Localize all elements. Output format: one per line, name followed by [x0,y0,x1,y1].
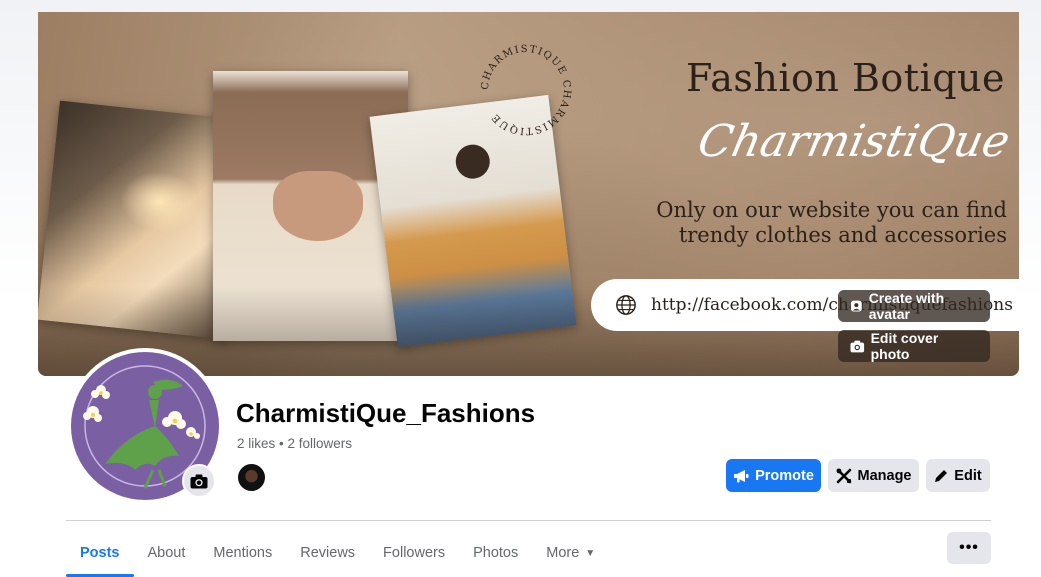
megaphone-icon [734,469,749,482]
change-profile-picture-button[interactable] [182,464,216,498]
facebook-page-header: CHARMISTIQUE CHARMISTIQUE Fashion Botiqu… [0,0,1041,577]
edit-cover-photo-button[interactable]: Edit cover photo [838,330,990,362]
more-options-button[interactable]: ••• [947,532,991,564]
tab-label: Followers [383,545,446,561]
manage-label: Manage [857,467,912,484]
page-tabs: Posts About Mentions Reviews Followers P… [66,531,609,577]
tab-mentions[interactable]: Mentions [199,531,286,575]
cover-tagline: Only on our website you can find trendy … [627,198,1007,248]
follower-avatar[interactable] [237,463,266,492]
caret-down-icon: ▼ [585,547,596,559]
tab-more[interactable]: More ▼ [532,531,609,575]
header-divider [66,520,991,521]
camera-icon [190,474,208,488]
edit-label: Edit [954,467,982,484]
tab-label: About [147,545,186,561]
tab-label: Photos [473,545,519,561]
edit-page-button[interactable]: Edit [926,459,990,492]
cover-photo[interactable]: CHARMISTIQUE CHARMISTIQUE Fashion Botiqu… [38,12,1019,376]
circle-logo-text: CHARMISTIQUE CHARMISTIQUE [480,44,573,136]
cover-tagline-line1: Only on our website you can find [656,198,1007,222]
svg-text:CHARMISTIQUE CHARMISTIQUE: CHARMISTIQUE CHARMISTIQUE [480,44,573,136]
edit-cover-photo-label: Edit cover photo [870,330,939,362]
tab-posts[interactable]: Posts [66,531,134,577]
tab-label: Posts [80,545,120,561]
promote-button[interactable]: Promote [726,459,821,492]
cover-tagline-line2: trendy clothes and accessories [678,223,1007,248]
tab-label: Reviews [300,545,356,561]
page-stats[interactable]: 2 likes • 2 followers [237,436,352,451]
manage-button[interactable]: Manage [828,459,919,492]
tab-followers[interactable]: Followers [369,531,459,575]
tab-label: Mentions [213,545,273,561]
more-dots-icon: ••• [959,539,979,556]
page-title: CharmistiQue_Fashions [236,398,536,428]
cover-script-logo: CharmistiQue [693,116,1015,167]
create-with-avatar-label: Create with avatar [868,290,945,322]
create-with-avatar-button[interactable]: Create with avatar [838,290,990,322]
tools-icon [836,468,851,483]
tab-reviews[interactable]: Reviews [286,531,369,575]
tab-about[interactable]: About [134,531,200,575]
tab-label: More [546,545,580,561]
camera-icon [850,340,865,352]
tab-photos[interactable]: Photos [459,531,532,575]
avatar-icon [850,300,862,312]
globe-icon [616,295,636,315]
promote-label: Promote [755,467,814,484]
cover-title: Fashion Botique [685,56,1005,100]
pencil-icon [935,469,948,482]
